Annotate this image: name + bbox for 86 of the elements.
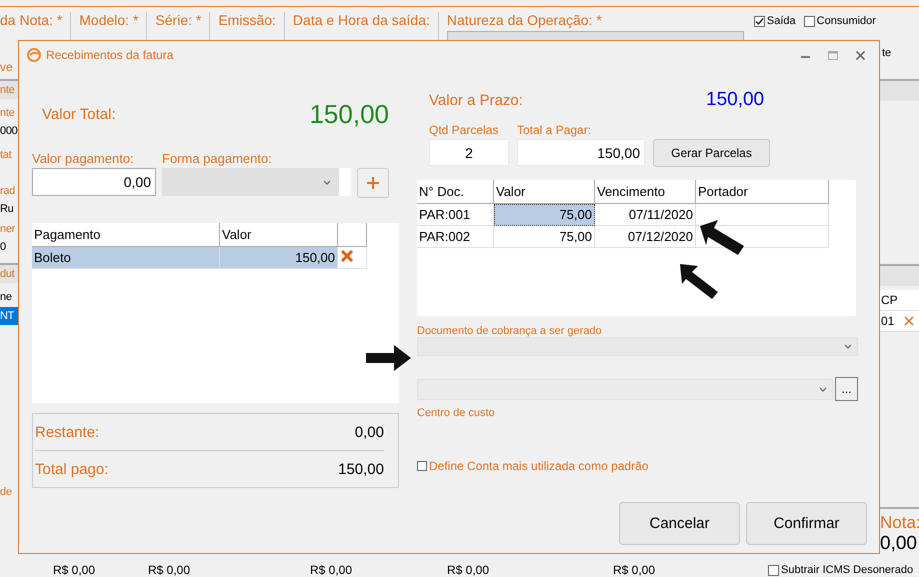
field-label: Documento de cobrança a ser gerado (417, 325, 603, 337)
checkbox-label: Subtrair ICMS Desonerado (781, 564, 914, 576)
section-header: nte (0, 79, 18, 99)
total-field[interactable]: 150,00 (517, 139, 645, 166)
summary-value: 0,00 (354, 424, 384, 440)
pointer-arrow (678, 262, 720, 300)
table-row[interactable]: Boleto 150,00 (32, 246, 366, 268)
pointer-arrow (366, 345, 412, 371)
total-value: R$ 0,00 (53, 563, 96, 577)
table-cell: 07/12/2020 (594, 226, 696, 248)
field-value: 0 (0, 240, 7, 255)
close-icon[interactable] (856, 50, 865, 60)
total-value: 0,00 (880, 533, 918, 555)
checkbox-label: te (882, 47, 892, 59)
summary-label: Restante: (35, 424, 100, 440)
table-cell: PAR:002 (417, 226, 494, 248)
total-value: 150,00 (309, 98, 389, 130)
plus-icon (367, 177, 379, 189)
column-header: Portador (696, 180, 828, 204)
generate-button[interactable]: Gerar Parcelas (653, 139, 770, 167)
field-label: ner (0, 222, 16, 237)
column-header: CP (881, 293, 898, 307)
summary-label: Total pago: (35, 460, 108, 478)
app-logo-icon (27, 48, 41, 62)
table-row[interactable]: PAR:001 75,00 07/11/2020 (417, 204, 828, 226)
field-label: Valor a Prazo: (429, 92, 524, 108)
dialog-button[interactable]: Cancelar (619, 502, 740, 545)
total-value: R$ 0,00 (310, 563, 352, 577)
field-label: rad (0, 184, 16, 199)
field-label: Valor Total: (42, 106, 116, 122)
window-title: Recebimentos da fatura (46, 48, 174, 62)
field-label: Qtd Parcelas (429, 123, 500, 137)
delete-icon[interactable] (340, 249, 354, 263)
list-item[interactable]: NT (0, 307, 18, 325)
browse-button[interactable]: ... (835, 377, 858, 401)
field-label: Modelo: * (79, 12, 138, 28)
caret-icon (323, 180, 331, 184)
caret-icon (844, 344, 852, 349)
dialog-button[interactable]: Confirmar (746, 502, 867, 545)
field-label: da Nota: * (0, 12, 62, 28)
field-label: tat (0, 148, 13, 163)
field-label: Natureza da Operação: * (446, 12, 603, 28)
table-cell: Boleto (32, 246, 220, 268)
caret-icon (819, 386, 827, 392)
amount-field[interactable]: 0,00 (32, 168, 156, 196)
maximize-icon[interactable] (828, 50, 838, 60)
checkbox[interactable] (804, 16, 815, 26)
section-header (880, 264, 919, 286)
table-cell: 150,00 (220, 246, 338, 268)
checkbox[interactable] (754, 16, 765, 26)
field-label: Centro de custo (417, 407, 496, 419)
column-header: N° Doc. (417, 180, 494, 204)
checkbox-label: Consumidor (816, 15, 876, 27)
delete-icon[interactable] (904, 316, 914, 326)
field-label: Emissão: (218, 12, 276, 28)
section-header (880, 79, 919, 101)
installments-field[interactable]: 2 (429, 139, 509, 166)
section-header: dut (0, 263, 18, 283)
field-label: de (0, 485, 13, 500)
field-label: Data e Hora da saída: (292, 12, 430, 28)
table-cell: 01 (881, 314, 894, 328)
field-label: Forma pagamento: (162, 151, 273, 166)
checkbox[interactable] (417, 461, 427, 471)
column-header: Vencimento (594, 180, 696, 204)
field-value: 000 (0, 124, 18, 139)
field-label: Valor pagamento: (32, 151, 135, 166)
table-cell: 75,00 (494, 204, 594, 226)
total-value: R$ 0,00 (613, 563, 656, 577)
field-label: Total a Pagar: (517, 123, 592, 137)
table-cell: PAR:001 (417, 204, 494, 226)
checkbox[interactable] (768, 564, 779, 576)
field-value: ne (0, 290, 13, 305)
pointer-arrow (698, 220, 746, 256)
total-value: R$ 0,00 (447, 563, 490, 577)
field-value: Ru (0, 202, 14, 217)
checkbox-label: Saída (766, 15, 796, 27)
table-cell: 07/11/2020 (594, 204, 696, 226)
field-label: nte (0, 106, 16, 121)
table-cell: 75,00 (494, 226, 594, 248)
total-value: R$ 0,00 (148, 563, 190, 577)
total-value: 150,00 (706, 89, 764, 111)
summary-value: 150,00 (338, 460, 384, 478)
add-button[interactable] (357, 168, 389, 198)
field-label: Série: * (155, 12, 202, 28)
field-label: ve (0, 60, 13, 74)
checkbox-label: Define Conta mais utilizada como padrão (429, 459, 648, 473)
